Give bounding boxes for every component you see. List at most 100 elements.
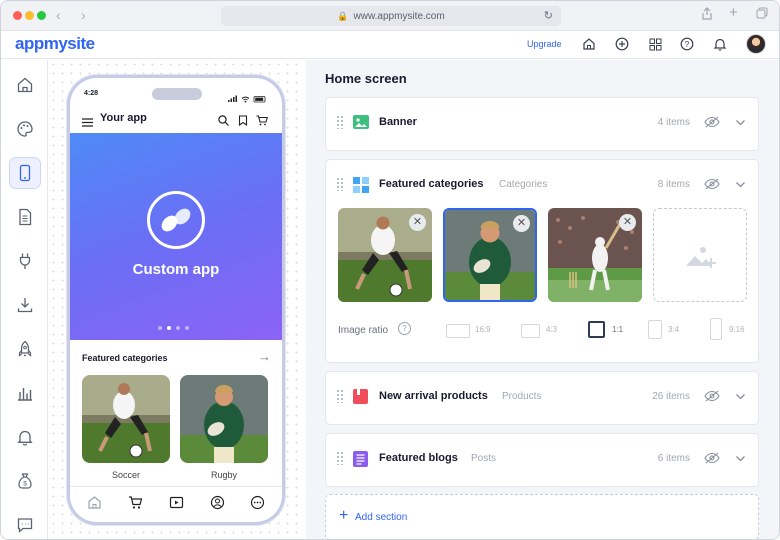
drag-handle-icon[interactable] [336, 451, 344, 465]
arrow-right-icon[interactable]: → [258, 349, 271, 364]
maximize-window-button[interactable] [37, 11, 46, 20]
phone-app-title: Your app [100, 112, 147, 124]
ratio-option-3-4[interactable]: 3:4 [648, 318, 690, 340]
download-icon [17, 298, 33, 313]
phone-app-header: Your app [70, 106, 282, 132]
browser-titlebar: ‹ › 🔒 www.appmysite.com ↻ + [1, 1, 779, 31]
svg-text:$: $ [23, 481, 27, 488]
reload-icon[interactable]: ↻ [544, 9, 553, 22]
item-count: 8 items [657, 179, 690, 190]
phone-icon [19, 164, 31, 182]
sidebar-item-downloads[interactable] [9, 289, 41, 321]
lock-icon: 🔒 [337, 10, 349, 21]
upgrade-link[interactable]: Upgrade [527, 39, 562, 49]
sidebar-item-support[interactable] [9, 509, 41, 539]
user-avatar[interactable] [746, 34, 766, 54]
search-icon[interactable] [218, 113, 229, 131]
cart-icon[interactable] [256, 113, 269, 131]
chevron-down-icon[interactable] [735, 451, 746, 469]
custom-app-logo-icon [147, 191, 205, 249]
profile-icon[interactable] [210, 495, 225, 515]
ratio-label: 9:16 [729, 325, 745, 334]
help-icon[interactable]: ? [678, 35, 696, 53]
category-tile-cricket[interactable]: ✕ [548, 208, 642, 302]
new-tab-icon[interactable]: + [729, 4, 738, 21]
ratio-option-16-9[interactable]: 16:9 [446, 318, 506, 340]
ratio-option-4-3[interactable]: 4:3 [521, 318, 571, 340]
more-icon[interactable] [250, 495, 265, 515]
page-title: Home screen [325, 71, 407, 86]
banner-text: Custom app [132, 261, 220, 278]
phone-section-title: Featured categories [82, 353, 168, 363]
section-card-featured-blogs[interactable]: Featured blogs Posts 6 items [325, 433, 759, 487]
section-card-new-arrival-products[interactable]: New arrival products Products 26 items [325, 371, 759, 425]
bookmark-icon[interactable] [238, 113, 248, 131]
menu-icon[interactable] [82, 114, 93, 132]
plus-circle-icon[interactable] [613, 35, 631, 53]
chevron-down-icon[interactable] [735, 115, 746, 133]
product-icon [353, 389, 368, 404]
add-section-button[interactable]: + Add section [325, 494, 759, 539]
ratio-label: 1:1 [612, 325, 624, 334]
cart-icon[interactable] [128, 495, 143, 515]
ratio-option-9-16[interactable]: 9:16 [710, 318, 754, 340]
sidebar-item-notifications[interactable] [9, 421, 41, 453]
add-category-tile[interactable] [653, 208, 747, 302]
sidebar-item-monetization[interactable]: $ [9, 465, 41, 497]
category-image-soccer[interactable] [82, 375, 170, 463]
drag-handle-icon[interactable] [336, 389, 344, 403]
svg-text:?: ? [685, 40, 690, 49]
category-image-rugby[interactable] [180, 375, 268, 463]
url-text: www.appmysite.com [353, 10, 445, 22]
item-count: 26 items [652, 391, 690, 402]
tabs-overview-icon[interactable] [756, 7, 768, 22]
grid-icon[interactable] [646, 35, 664, 53]
sidebar-item-integrations[interactable] [9, 245, 41, 277]
category-tile-rugby[interactable]: ✕ [443, 208, 537, 302]
sidebar-item-design[interactable] [9, 113, 41, 145]
bell-icon[interactable] [711, 35, 729, 53]
chevron-down-icon[interactable] [735, 177, 746, 195]
remove-category-button[interactable]: ✕ [409, 214, 426, 231]
ratio-label: 16:9 [475, 325, 491, 334]
visibility-toggle-icon[interactable] [704, 389, 720, 407]
money-bag-icon: $ [18, 473, 32, 489]
sidebar-item-home[interactable] [9, 69, 41, 101]
ratio-option-1-1[interactable]: 1:1 [588, 318, 630, 340]
home-icon [17, 77, 33, 93]
ratio-label: 3:4 [668, 325, 680, 334]
sidebar-item-pages[interactable] [9, 201, 41, 233]
home-icon[interactable] [580, 35, 598, 53]
remove-category-button[interactable]: ✕ [619, 214, 636, 231]
minimize-window-button[interactable] [25, 11, 34, 20]
category-tile-soccer[interactable]: ✕ [338, 208, 432, 302]
play-icon[interactable] [169, 495, 184, 515]
share-icon[interactable] [701, 7, 713, 23]
phone-notch [152, 88, 202, 100]
forward-arrow-icon[interactable]: › [81, 7, 86, 23]
sidebar-item-analytics[interactable] [9, 377, 41, 409]
visibility-toggle-icon[interactable] [704, 177, 720, 195]
section-title: Featured categories [379, 178, 484, 190]
app-preview-panel: 4:28 Your app Custom app Featured catego… [49, 60, 305, 539]
visibility-toggle-icon[interactable] [704, 451, 720, 469]
section-card-banner[interactable]: Banner 4 items [325, 97, 759, 151]
home-icon[interactable] [87, 495, 102, 515]
sidebar-item-app-screens[interactable] [9, 157, 41, 189]
section-card-featured-categories[interactable]: Featured categories Categories 8 items ✕… [325, 159, 759, 363]
back-arrow-icon[interactable]: ‹ [56, 7, 61, 23]
remove-category-button[interactable]: ✕ [513, 215, 530, 232]
drag-handle-icon[interactable] [336, 115, 344, 129]
visibility-toggle-icon[interactable] [704, 115, 720, 133]
grid-icon [353, 177, 369, 193]
chevron-down-icon[interactable] [735, 389, 746, 407]
plus-icon: + [339, 507, 349, 524]
close-window-button[interactable] [13, 11, 22, 20]
sidebar-item-publish[interactable] [9, 333, 41, 365]
phone-banner[interactable]: Custom app [70, 133, 282, 340]
appmysite-logo[interactable]: appmysite [15, 34, 95, 54]
drag-handle-icon[interactable] [336, 177, 344, 191]
address-bar[interactable]: 🔒 www.appmysite.com ↻ [221, 6, 561, 26]
add-image-icon [685, 242, 717, 275]
help-icon[interactable]: ? [398, 322, 411, 335]
